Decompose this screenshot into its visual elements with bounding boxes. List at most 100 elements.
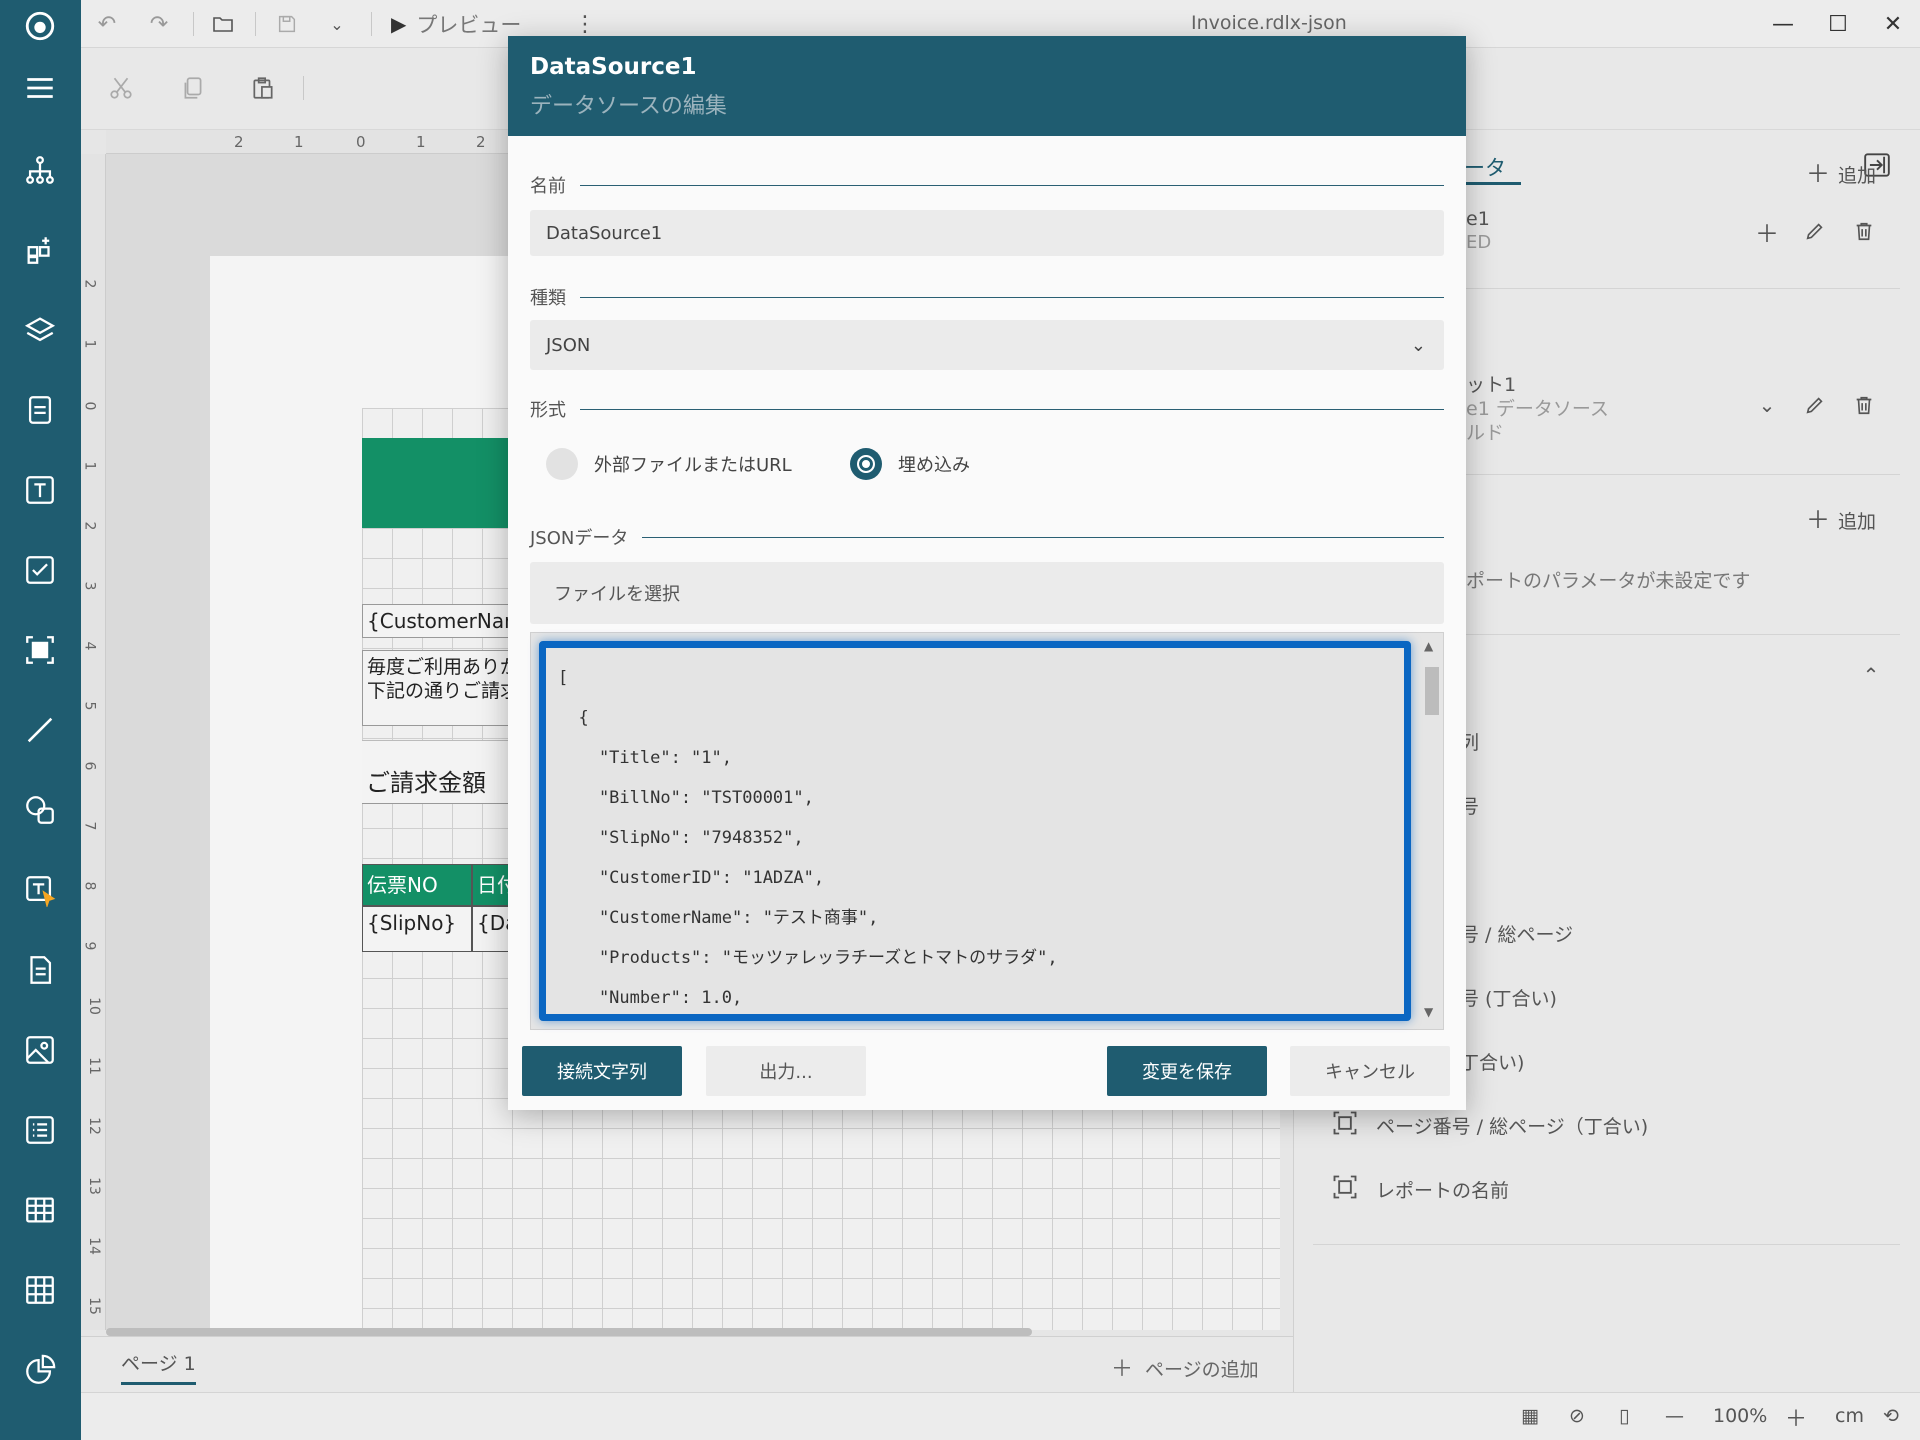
unit-selector[interactable]: cm bbox=[1835, 1405, 1864, 1427]
radio-label: 埋め込み bbox=[898, 455, 970, 476]
ruler-tick-label: 15 bbox=[85, 1297, 102, 1315]
field-placeholder-icon bbox=[1330, 1108, 1360, 1138]
table-icon[interactable] bbox=[20, 1190, 60, 1230]
common-value-item[interactable]: ページ番号 / 総ページ（丁合い) bbox=[1376, 1112, 1648, 1139]
horizontal-scrollbar[interactable] bbox=[106, 1328, 1032, 1336]
cancel-button[interactable]: キャンセル bbox=[1290, 1046, 1450, 1096]
tab-data[interactable]: ータ bbox=[1464, 152, 1506, 182]
close-window-icon[interactable]: ✕ bbox=[1873, 6, 1913, 42]
greeting-line: 毎度ご利用ありが bbox=[367, 656, 512, 678]
ruler-tick-label: 2 bbox=[234, 133, 244, 151]
table-header-cell[interactable]: 日付 bbox=[472, 864, 512, 906]
maximize-icon[interactable]: ☐ bbox=[1818, 6, 1858, 42]
shape-icon[interactable] bbox=[20, 790, 60, 830]
hierarchy-icon[interactable] bbox=[20, 150, 60, 190]
layers-icon[interactable] bbox=[20, 310, 60, 350]
scroll-up-icon[interactable]: ▲ bbox=[1424, 639, 1433, 653]
dataset-name[interactable]: ット1 bbox=[1466, 370, 1516, 397]
copy-icon[interactable] bbox=[175, 70, 211, 106]
common-value-item[interactable]: 号 / 総ページ bbox=[1460, 920, 1573, 947]
add-dataset-icon[interactable]: ＋ bbox=[1752, 216, 1782, 248]
scrollbar-thumb[interactable] bbox=[1425, 667, 1439, 715]
section-divider bbox=[642, 536, 1444, 538]
radio-label: 外部ファイルまたはURL bbox=[594, 455, 792, 476]
connection-string-button[interactable]: 接続文字列 bbox=[522, 1046, 682, 1096]
export-button[interactable]: 出力... bbox=[706, 1046, 866, 1096]
add-label: 追加 bbox=[1838, 511, 1877, 533]
greeting-textbox[interactable]: 毎度ご利用ありが 下記の通りご請求 bbox=[362, 650, 512, 726]
radio-embedded[interactable]: 埋め込み bbox=[850, 448, 970, 480]
add-page-button[interactable]: ＋ ページの追加 bbox=[1111, 1351, 1259, 1383]
name-input[interactable] bbox=[530, 210, 1444, 256]
tab-page-1[interactable]: ページ 1 bbox=[121, 1349, 196, 1385]
format-section-label: 形式 bbox=[530, 396, 1444, 422]
table-header-cell[interactable]: 伝票NO bbox=[362, 864, 472, 906]
panel-divider bbox=[1313, 1244, 1900, 1245]
preview-button[interactable]: ▶ プレビュー bbox=[391, 8, 521, 40]
save-changes-button[interactable]: 変更を保存 bbox=[1107, 1046, 1267, 1096]
table-data-cell[interactable]: {Da bbox=[472, 906, 512, 952]
zoom-level[interactable]: 100% bbox=[1713, 1405, 1767, 1427]
cut-icon[interactable] bbox=[103, 70, 139, 106]
expand-chevron-icon[interactable]: ⌄ bbox=[1752, 390, 1782, 420]
component-add-icon[interactable] bbox=[20, 230, 60, 270]
collapse-chevron-icon[interactable]: ⌃ bbox=[1856, 660, 1886, 690]
scroll-down-icon[interactable]: ▼ bbox=[1424, 1005, 1433, 1019]
history-icon[interactable]: ⟲ bbox=[1883, 1405, 1899, 1427]
edit-icon[interactable] bbox=[1800, 390, 1830, 420]
matrix-icon[interactable] bbox=[20, 1270, 60, 1310]
save-icon[interactable] bbox=[271, 8, 303, 40]
add-parameter-button[interactable]: ＋ 追加 bbox=[1806, 500, 1876, 535]
edit-icon[interactable] bbox=[1800, 216, 1830, 246]
undo-icon[interactable]: ↶ bbox=[91, 8, 123, 40]
radio-external-file[interactable]: 外部ファイルまたはURL bbox=[546, 448, 792, 480]
table-data-cell[interactable]: {SlipNo} bbox=[362, 906, 472, 952]
delete-icon[interactable] bbox=[1849, 390, 1879, 420]
json-scrollbar[interactable]: ▲ ▼ bbox=[1421, 639, 1439, 1023]
delete-icon[interactable] bbox=[1849, 216, 1879, 246]
datasource-name[interactable]: e1 bbox=[1466, 208, 1490, 230]
zoom-out-icon[interactable]: — bbox=[1665, 1405, 1684, 1427]
file-select-button[interactable]: ファイルを選択 bbox=[530, 562, 1444, 624]
plus-icon: ＋ bbox=[1806, 160, 1830, 188]
document-title: Invoice.rdlx-json bbox=[1191, 12, 1347, 34]
ruler-tick-label: 2 bbox=[476, 133, 486, 151]
checkbox-icon[interactable] bbox=[20, 550, 60, 590]
common-value-item[interactable]: レポートの名前 bbox=[1376, 1176, 1509, 1203]
customer-name-textbox[interactable]: {CustomerNam bbox=[362, 604, 512, 638]
zoom-in-icon[interactable]: ＋ bbox=[1785, 1401, 1807, 1433]
ruler-tick-label: 6 bbox=[81, 761, 98, 771]
dialog-title: DataSource1 bbox=[530, 54, 697, 80]
amount-label[interactable]: ご請求金額 bbox=[362, 740, 512, 804]
redo-icon[interactable]: ↷ bbox=[143, 8, 175, 40]
dataset-fields: ルド bbox=[1466, 422, 1505, 444]
section-icon[interactable] bbox=[20, 390, 60, 430]
textbox-icon[interactable] bbox=[20, 470, 60, 510]
document-icon[interactable] bbox=[20, 950, 60, 990]
image-icon[interactable] bbox=[20, 1030, 60, 1070]
plus-icon: ＋ bbox=[1111, 1357, 1134, 1382]
save-dropdown-chevron-icon[interactable]: ⌄ bbox=[321, 8, 353, 40]
type-select[interactable]: JSON ⌄ bbox=[530, 320, 1444, 370]
menu-icon[interactable] bbox=[20, 68, 60, 108]
open-folder-icon[interactable] bbox=[207, 8, 239, 40]
input-field-icon[interactable] bbox=[20, 870, 60, 910]
grid-toggle-icon[interactable]: ▦ bbox=[1521, 1405, 1539, 1427]
common-value-item[interactable]: 丁合い) bbox=[1460, 1048, 1524, 1075]
field-placeholder-icon bbox=[1330, 1172, 1360, 1202]
list-icon[interactable] bbox=[20, 1110, 60, 1150]
chart-icon[interactable] bbox=[20, 1350, 60, 1390]
report-header-band[interactable] bbox=[362, 438, 512, 528]
json-label: JSONデータ bbox=[530, 528, 629, 549]
common-value-item[interactable]: 号 (丁合い) bbox=[1460, 984, 1557, 1011]
minimize-icon[interactable]: — bbox=[1763, 6, 1803, 42]
line-icon[interactable] bbox=[20, 710, 60, 750]
ruler-tick-label: 2 bbox=[81, 521, 98, 531]
ruler-toggle-icon[interactable]: ▯ bbox=[1619, 1405, 1629, 1427]
json-text-area[interactable]: [ { "Title": "1", "BillNo": "TST00001", … bbox=[539, 641, 1411, 1021]
datasource-dialog: DataSource1 データソースの編集 名前 種類 JSON ⌄ 形式 外部… bbox=[508, 36, 1466, 1110]
paste-icon[interactable] bbox=[245, 70, 281, 106]
container-icon[interactable] bbox=[20, 630, 60, 670]
add-datasource-button[interactable]: ＋ 追加 bbox=[1806, 154, 1876, 189]
snap-toggle-icon[interactable]: ⊘ bbox=[1569, 1405, 1585, 1427]
